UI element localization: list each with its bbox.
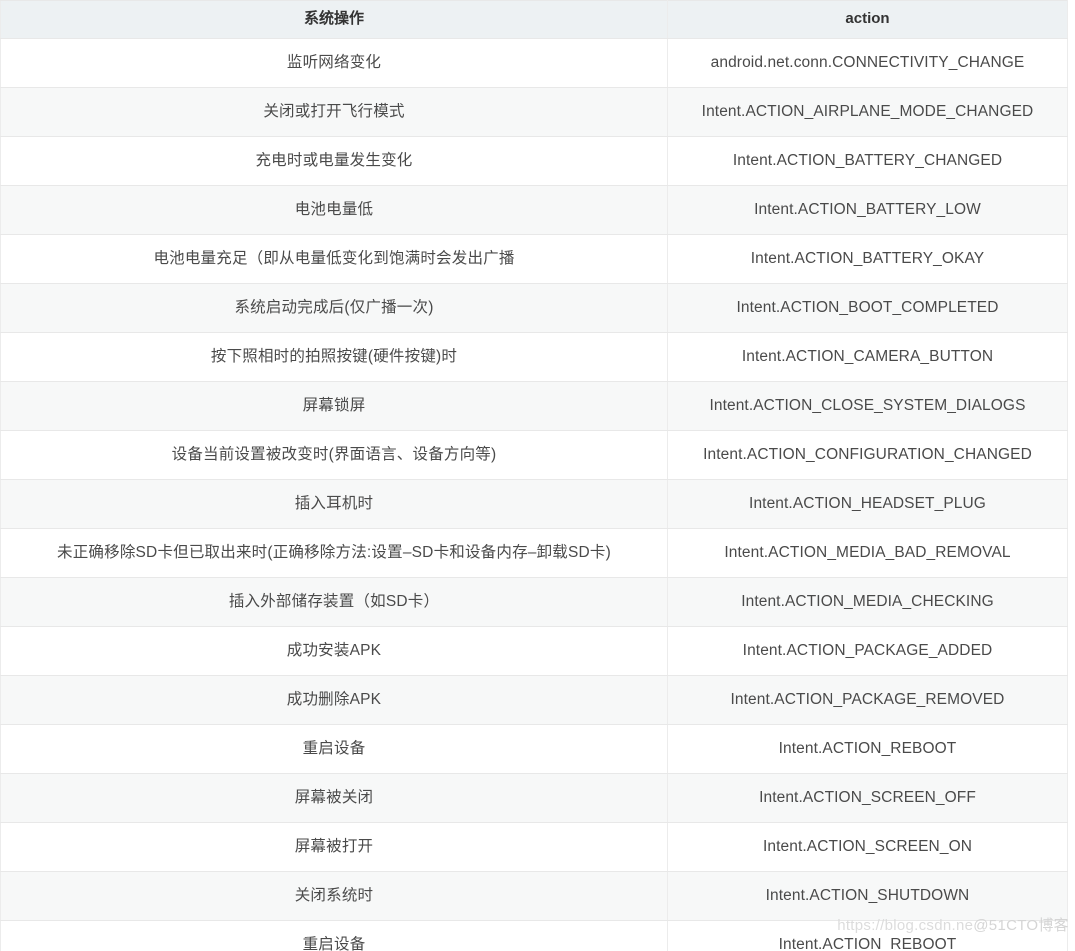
cell-action: android.net.conn.CONNECTIVITY_CHANGE bbox=[667, 38, 1068, 88]
cell-action: Intent.ACTION_BOOT_COMPLETED bbox=[667, 283, 1068, 333]
table-row: 电池电量充足（即从电量低变化到饱满时会发出广播 Intent.ACTION_BAT… bbox=[0, 234, 1068, 284]
cell-action: Intent.ACTION_REBOOT bbox=[667, 724, 1068, 774]
table-row: 屏幕被打开 Intent.ACTION_SCREEN_ON bbox=[0, 822, 1068, 872]
cell-action: Intent.ACTION_MEDIA_BAD_REMOVAL bbox=[667, 528, 1068, 578]
table-row: 成功删除APK Intent.ACTION_PACKAGE_REMOVED bbox=[0, 675, 1068, 725]
table-row: 按下照相时的拍照按键(硬件按键)时 Intent.ACTION_CAMERA_BU… bbox=[0, 332, 1068, 382]
cell-action: Intent.ACTION_AIRPLANE_MODE_CHANGED bbox=[667, 87, 1068, 137]
cell-action: Intent.ACTION_SHUTDOWN bbox=[667, 871, 1068, 921]
cell-action: Intent.ACTION_BATTERY_OKAY bbox=[667, 234, 1068, 284]
cell-operation: 重启设备 bbox=[0, 920, 668, 951]
cell-operation: 按下照相时的拍照按键(硬件按键)时 bbox=[0, 332, 668, 382]
table-row: 充电时或电量发生变化 Intent.ACTION_BATTERY_CHANGED bbox=[0, 136, 1068, 186]
table-row: 未正确移除SD卡但已取出来时(正确移除方法:设置–SD卡和设备内存–卸载SD卡)… bbox=[0, 528, 1068, 578]
cell-operation: 未正确移除SD卡但已取出来时(正确移除方法:设置–SD卡和设备内存–卸载SD卡) bbox=[0, 528, 668, 578]
table-row: 设备当前设置被改变时(界面语言、设备方向等) Intent.ACTION_CONF… bbox=[0, 430, 1068, 480]
table-row: 电池电量低 Intent.ACTION_BATTERY_LOW bbox=[0, 185, 1068, 235]
cell-action: Intent.ACTION_SCREEN_OFF bbox=[667, 773, 1068, 823]
table-row: 屏幕被关闭 Intent.ACTION_SCREEN_OFF bbox=[0, 773, 1068, 823]
cell-operation: 屏幕被关闭 bbox=[0, 773, 668, 823]
cell-operation: 电池电量充足（即从电量低变化到饱满时会发出广播 bbox=[0, 234, 668, 284]
cell-action: Intent.ACTION_BATTERY_CHANGED bbox=[667, 136, 1068, 186]
cell-action: Intent.ACTION_CAMERA_BUTTON bbox=[667, 332, 1068, 382]
table-header: 系统操作 action bbox=[0, 0, 1068, 39]
cell-action: Intent.ACTION_SCREEN_ON bbox=[667, 822, 1068, 872]
column-header-action: action bbox=[667, 0, 1068, 39]
cell-operation: 成功安装APK bbox=[0, 626, 668, 676]
cell-operation: 屏幕锁屏 bbox=[0, 381, 668, 431]
table-row: 重启设备 Intent.ACTION_REBOOT bbox=[0, 724, 1068, 774]
android-broadcast-action-table: 系统操作 action 监听网络变化 android.net.conn.CONNE… bbox=[0, 0, 1068, 951]
table-row: 成功安装APK Intent.ACTION_PACKAGE_ADDED bbox=[0, 626, 1068, 676]
table-row: 重启设备 Intent.ACTION_REBOOT bbox=[0, 920, 1068, 951]
page-root: 系统操作 action 监听网络变化 android.net.conn.CONNE… bbox=[0, 0, 1075, 951]
cell-operation: 关闭系统时 bbox=[0, 871, 668, 921]
cell-action: Intent.ACTION_REBOOT bbox=[667, 920, 1068, 951]
cell-operation: 插入外部储存装置（如SD卡） bbox=[0, 577, 668, 627]
table-row: 插入外部储存装置（如SD卡） Intent.ACTION_MEDIA_CHECKI… bbox=[0, 577, 1068, 627]
cell-action: Intent.ACTION_PACKAGE_ADDED bbox=[667, 626, 1068, 676]
cell-action: Intent.ACTION_HEADSET_PLUG bbox=[667, 479, 1068, 529]
cell-operation: 成功删除APK bbox=[0, 675, 668, 725]
cell-operation: 监听网络变化 bbox=[0, 38, 668, 88]
table-body: 监听网络变化 android.net.conn.CONNECTIVITY_CHAN… bbox=[0, 38, 1068, 951]
table-row: 关闭或打开飞行模式 Intent.ACTION_AIRPLANE_MODE_CHA… bbox=[0, 87, 1068, 137]
table-row: 屏幕锁屏 Intent.ACTION_CLOSE_SYSTEM_DIALOGS bbox=[0, 381, 1068, 431]
cell-operation: 插入耳机时 bbox=[0, 479, 668, 529]
table-header-row: 系统操作 action bbox=[0, 0, 1068, 39]
cell-action: Intent.ACTION_PACKAGE_REMOVED bbox=[667, 675, 1068, 725]
cell-operation: 电池电量低 bbox=[0, 185, 668, 235]
cell-action: Intent.ACTION_BATTERY_LOW bbox=[667, 185, 1068, 235]
cell-operation: 充电时或电量发生变化 bbox=[0, 136, 668, 186]
table-row: 系统启动完成后(仅广播一次) Intent.ACTION_BOOT_COMPLET… bbox=[0, 283, 1068, 333]
cell-operation: 重启设备 bbox=[0, 724, 668, 774]
cell-operation: 设备当前设置被改变时(界面语言、设备方向等) bbox=[0, 430, 668, 480]
column-header-operation: 系统操作 bbox=[0, 0, 668, 39]
table-row: 插入耳机时 Intent.ACTION_HEADSET_PLUG bbox=[0, 479, 1068, 529]
table-row: 监听网络变化 android.net.conn.CONNECTIVITY_CHAN… bbox=[0, 38, 1068, 88]
cell-action: Intent.ACTION_CONFIGURATION_CHANGED bbox=[667, 430, 1068, 480]
table-row: 关闭系统时 Intent.ACTION_SHUTDOWN bbox=[0, 871, 1068, 921]
cell-action: Intent.ACTION_MEDIA_CHECKING bbox=[667, 577, 1068, 627]
cell-operation: 关闭或打开飞行模式 bbox=[0, 87, 668, 137]
cell-action: Intent.ACTION_CLOSE_SYSTEM_DIALOGS bbox=[667, 381, 1068, 431]
cell-operation: 系统启动完成后(仅广播一次) bbox=[0, 283, 668, 333]
cell-operation: 屏幕被打开 bbox=[0, 822, 668, 872]
